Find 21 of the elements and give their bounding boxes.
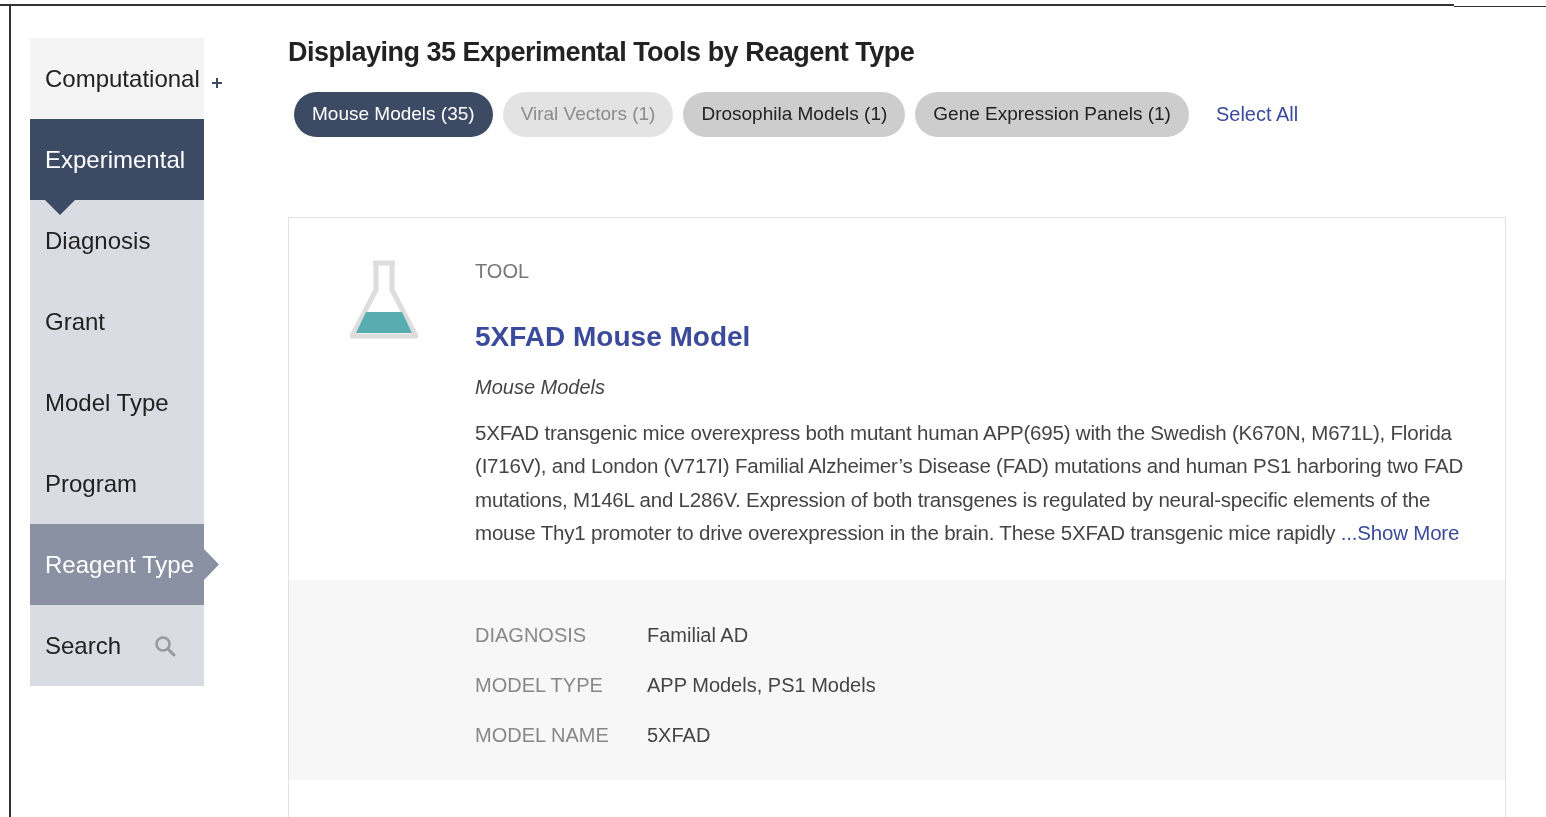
page-heading: Displaying 35 Experimental Tools by Reagent Type	[288, 36, 916, 69]
tool-category: Mouse Models	[475, 374, 607, 400]
filter-pill[interactable]: Gene Expression Panels (1)	[915, 91, 1189, 137]
detail-label: MODEL NAME	[475, 722, 610, 748]
detail-value: 5XFAD	[647, 722, 711, 748]
detail-label: MODEL TYPE	[475, 672, 604, 698]
select-all-link[interactable]: Select All	[1215, 99, 1299, 129]
sidebar-search[interactable]: Search	[30, 605, 204, 686]
detail-label: DIAGNOSIS	[475, 622, 588, 648]
filter-pill[interactable]: Drosophila Models (1)	[683, 91, 906, 137]
tool-title-link[interactable]: 5XFAD Mouse Model	[475, 315, 1465, 358]
sidebar-item[interactable]: Model Type	[30, 362, 204, 443]
filter-pill[interactable]: Mouse Models (35)	[294, 91, 493, 137]
tool-description: 5XFAD transgenic mice overexpress both mutant human APP(695) with the Swedish (K670N, M671L), Florida (I716V), and London (V717I) Familial Alzheimer’s Disease (FAD) mutations and human PS1 harboring two FAD mutations, M146L and L286V. Expression of both transgenes is regulated by neural-specific elements of the mouse Thy1 promoter to drive overexpression in the brain. These 5XFAD transgenic mice rapidly ...Show More	[475, 419, 1464, 546]
type-label: TOOL	[475, 258, 531, 284]
detail-value: APP Models, PS1 Models	[647, 672, 876, 698]
sidebar-item[interactable]: Grant	[30, 281, 204, 362]
detail-value: Familial AD	[647, 622, 749, 648]
show-more-link[interactable]: ...Show More	[1340, 521, 1460, 544]
sidebar-item[interactable]: Program	[30, 443, 204, 524]
sidebar-item[interactable]: Diagnosis	[30, 200, 204, 281]
